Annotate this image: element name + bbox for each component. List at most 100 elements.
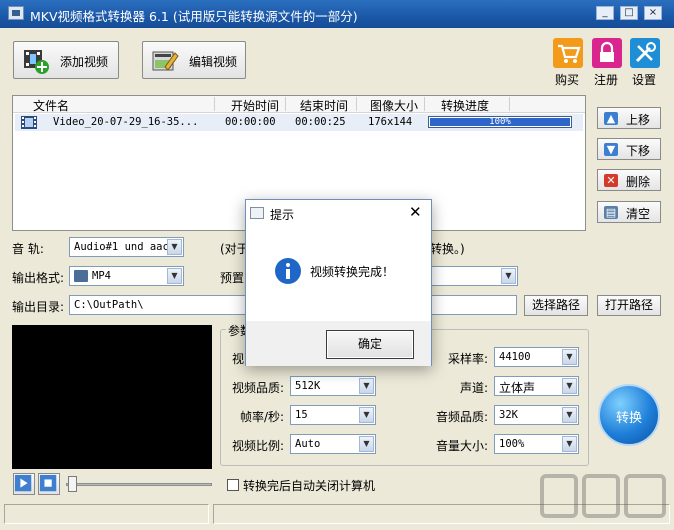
open-path-button[interactable]: 打开路径 — [597, 295, 661, 316]
title-bar: MKV视频格式转换器 6.1 (试用版只能转换源文件的一部分) _ □ × — [0, 0, 674, 28]
app-icon — [8, 6, 24, 20]
play-button[interactable] — [13, 473, 35, 495]
dialog-title-bar: 提示 ✕ — [246, 200, 431, 228]
table-row[interactable]: Video_20-07-29_16-35... 00:00:00 00:00:2… — [15, 114, 583, 131]
preset-label: 预置 — [220, 271, 245, 285]
info-icon — [275, 258, 301, 284]
convert-button[interactable]: 转换 — [598, 384, 660, 446]
tools-icon[interactable] — [630, 38, 660, 68]
dialog-close-button[interactable]: ✕ — [409, 203, 422, 221]
audio-quality-value: 32K — [499, 409, 518, 421]
row-progress-label: 100% — [489, 117, 511, 127]
add-video-label: 添加视频 — [60, 55, 109, 69]
window-title: MKV视频格式转换器 6.1 (试用版只能转换源文件的一部分) — [30, 9, 358, 24]
clear-label: 清空 — [626, 207, 651, 221]
delete-button[interactable]: ✕ 删除 — [597, 169, 661, 191]
dialog-footer: 确定 — [246, 321, 431, 366]
fps-label: 帧率/秒: — [240, 410, 285, 424]
dialog-message: 视频转换完成！ — [310, 265, 395, 279]
seek-track[interactable] — [66, 483, 212, 486]
col-start-time[interactable]: 开始时间 — [231, 97, 279, 114]
maximize-button[interactable]: □ — [620, 6, 638, 20]
chevron-down-icon: ▼ — [501, 268, 516, 284]
row-filename: Video_20-07-29_16-35... — [53, 116, 199, 128]
aspect-select[interactable]: Auto ▼ — [290, 434, 376, 454]
col-end-time[interactable]: 结束时间 — [300, 97, 348, 114]
move-down-label: 下移 — [626, 144, 651, 158]
add-video-button[interactable]: 添加视频 — [13, 41, 119, 79]
audio-track-label: 音 轨: — [12, 242, 44, 256]
minimize-button[interactable]: _ — [596, 6, 614, 20]
aspect-label: 视频比例: — [232, 439, 285, 453]
video-quality-select[interactable]: 512K ▼ — [290, 376, 376, 396]
delete-icon: ✕ — [604, 174, 618, 187]
chevron-down-icon: ▼ — [359, 378, 374, 394]
watermark-logo — [540, 474, 666, 518]
stop-icon — [39, 474, 57, 492]
edit-video-label: 编辑视频 — [189, 55, 238, 69]
chevron-down-icon: ▼ — [562, 378, 577, 394]
edit-video-icon — [152, 51, 179, 71]
file-list-header: 文件名 开始时间 结束时间 图像大小 转换进度 — [13, 96, 585, 113]
chevron-down-icon: ▼ — [167, 239, 182, 255]
audio-quality-select[interactable]: 32K ▼ — [494, 405, 579, 425]
play-icon — [14, 474, 32, 492]
row-start-time: 00:00:00 — [225, 116, 276, 128]
audio-quality-label: 音频品质: — [436, 410, 489, 424]
row-end-time: 00:00:25 — [295, 116, 346, 128]
row-image-size: 176x144 — [368, 116, 413, 128]
fps-select[interactable]: 15 ▼ — [290, 405, 376, 425]
mp4-format-icon — [74, 270, 88, 282]
stop-button[interactable] — [38, 473, 60, 495]
chevron-down-icon: ▼ — [359, 436, 374, 452]
col-filename[interactable]: 文件名 — [33, 97, 69, 114]
ok-button[interactable]: 确定 — [326, 330, 414, 359]
choose-path-button[interactable]: 选择路径 — [524, 295, 588, 316]
fps-value: 15 — [295, 409, 308, 421]
preset-select[interactable]: ▼ — [430, 266, 518, 286]
chevron-down-icon: ▼ — [562, 349, 577, 365]
clear-button[interactable]: ▤ 清空 — [597, 201, 661, 223]
settings-label[interactable]: 设置 — [624, 71, 664, 88]
clear-icon: ▤ — [604, 206, 618, 219]
dialog-title: 提示 — [270, 208, 295, 222]
move-down-button[interactable]: ▼ 下移 — [597, 138, 661, 160]
volume-select[interactable]: 100% ▼ — [494, 434, 579, 454]
chevron-down-icon: ▼ — [167, 268, 182, 284]
aspect-value: Auto — [295, 438, 321, 450]
cart-icon[interactable] — [553, 38, 583, 68]
channel-value: 立体声 — [499, 381, 536, 395]
register-label[interactable]: 注册 — [586, 71, 626, 88]
format-value: MP4 — [92, 270, 111, 282]
format-select[interactable]: MP4 ▼ — [69, 266, 184, 286]
add-video-icon — [24, 50, 49, 74]
sample-rate-label: 采样率: — [448, 352, 489, 366]
edit-video-button[interactable]: 编辑视频 — [142, 41, 246, 79]
col-progress[interactable]: 转换进度 — [441, 97, 489, 114]
video-quality-label: 视频品质: — [232, 381, 285, 395]
volume-label: 音量大小: — [436, 439, 489, 453]
move-up-button[interactable]: ▲ 上移 — [597, 107, 661, 129]
sample-rate-select[interactable]: 44100 ▼ — [494, 347, 579, 367]
arrow-down-icon: ▼ — [604, 143, 618, 156]
col-image-size[interactable]: 图像大小 — [370, 97, 418, 114]
close-button[interactable]: × — [644, 6, 662, 20]
video-label: 视 — [232, 352, 245, 366]
channel-select[interactable]: 立体声 ▼ — [494, 376, 579, 396]
sample-rate-value: 44100 — [499, 351, 531, 363]
seek-slider-handle[interactable] — [68, 476, 77, 492]
film-icon — [21, 116, 37, 129]
shutdown-label: 转换完后自动关闭计算机 — [243, 479, 376, 493]
buy-label[interactable]: 购买 — [547, 71, 587, 88]
format-label: 输出格式: — [12, 271, 65, 285]
lock-icon[interactable] — [592, 38, 622, 68]
output-dir-value: C:\OutPath\ — [74, 299, 144, 311]
audio-track-select[interactable]: Audio#1 und aac ▼ — [69, 237, 184, 257]
audio-track-value: Audio#1 und aac — [74, 241, 169, 253]
dialog-window-icon — [250, 207, 264, 219]
chevron-down-icon: ▼ — [562, 407, 577, 423]
shutdown-checkbox[interactable] — [227, 479, 239, 491]
output-dir-label: 输出目录: — [12, 300, 65, 314]
move-up-label: 上移 — [626, 113, 651, 127]
convert-label: 转换 — [615, 411, 642, 426]
